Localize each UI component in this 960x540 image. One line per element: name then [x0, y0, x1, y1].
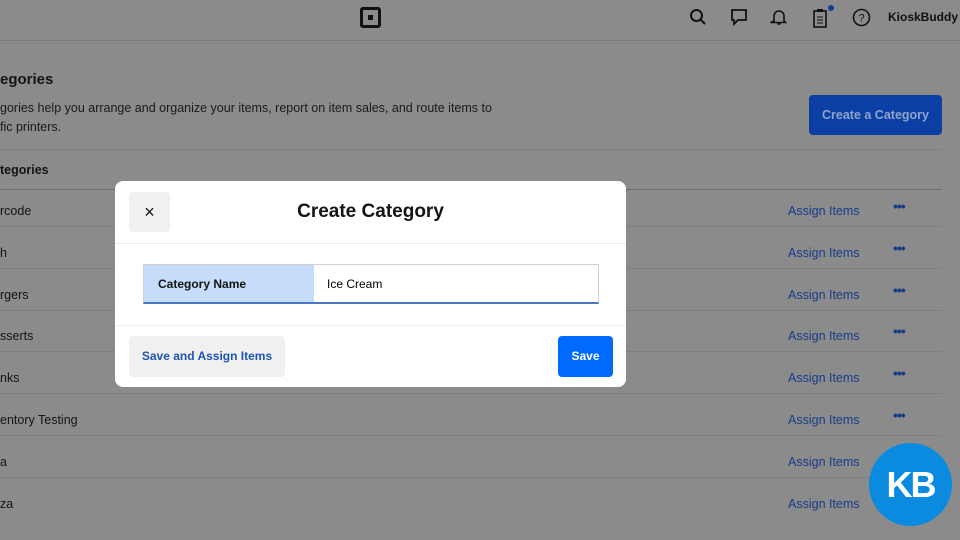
dialog-title: Create Category — [297, 201, 444, 222]
more-options-icon[interactable]: ••• — [893, 323, 906, 339]
assign-items-link[interactable]: Assign Items — [788, 329, 860, 343]
create-category-dialog: × Create Category Category Name Save and… — [115, 181, 626, 387]
category-name[interactable]: rcode — [0, 204, 31, 218]
assign-items-link[interactable]: Assign Items — [788, 204, 860, 218]
assign-items-link[interactable]: Assign Items — [788, 497, 860, 511]
account-name[interactable]: KioskBuddy — [888, 10, 958, 24]
category-name-input[interactable] — [315, 265, 598, 302]
category-row[interactable]: a Assign Items ••• — [0, 449, 942, 491]
assign-items-link[interactable]: Assign Items — [788, 455, 860, 469]
create-category-button[interactable]: Create a Category — [809, 95, 942, 135]
save-and-assign-items-button[interactable]: Save and Assign Items — [129, 336, 285, 377]
more-options-icon[interactable]: ••• — [893, 282, 906, 298]
square-logo-icon[interactable] — [360, 7, 381, 28]
more-options-icon[interactable]: ••• — [893, 407, 906, 423]
more-options-icon[interactable]: ••• — [893, 198, 906, 214]
category-name[interactable]: rgers — [0, 288, 28, 302]
assign-items-link[interactable]: Assign Items — [788, 371, 860, 385]
top-bar: ? KioskBuddy — [0, 0, 960, 41]
page-title: egories — [0, 71, 54, 88]
category-name[interactable]: entory Testing — [0, 413, 78, 427]
search-icon[interactable] — [688, 8, 708, 28]
chat-icon[interactable] — [729, 8, 749, 28]
divider — [115, 243, 626, 244]
more-options-icon[interactable]: ••• — [893, 240, 906, 256]
notification-dot — [828, 5, 834, 11]
category-name-field: Category Name — [143, 264, 599, 304]
clipboard-icon[interactable] — [810, 8, 830, 28]
assign-items-link[interactable]: Assign Items — [788, 413, 860, 427]
bell-icon[interactable] — [769, 8, 789, 28]
category-name[interactable]: nks — [0, 371, 19, 385]
row-divider — [0, 393, 942, 395]
svg-text:?: ? — [858, 13, 864, 25]
save-button[interactable]: Save — [558, 336, 613, 377]
row-divider — [0, 476, 942, 478]
description-line: fic printers. — [0, 120, 62, 134]
description-line: gories help you arrange and organize you… — [0, 101, 492, 115]
category-name[interactable]: sserts — [0, 329, 33, 343]
category-name[interactable]: za — [0, 497, 13, 511]
category-row[interactable]: entory Testing Assign Items ••• — [0, 407, 942, 449]
more-options-icon[interactable]: ••• — [893, 365, 906, 381]
help-icon[interactable]: ? — [851, 8, 871, 28]
list-header: tegories — [0, 163, 49, 177]
category-name-label: Category Name — [144, 265, 314, 302]
assign-items-link[interactable]: Assign Items — [788, 246, 860, 260]
divider — [115, 325, 626, 326]
divider — [0, 149, 942, 150]
row-divider — [0, 435, 942, 436]
category-row[interactable]: za Assign Items ••• — [0, 491, 942, 533]
assign-items-link[interactable]: Assign Items — [788, 288, 860, 302]
page-description: gories help you arrange and organize you… — [0, 99, 492, 137]
category-name[interactable]: a — [0, 455, 7, 469]
kioskbuddy-badge[interactable]: KB — [869, 443, 952, 526]
category-name[interactable]: h — [0, 246, 7, 260]
